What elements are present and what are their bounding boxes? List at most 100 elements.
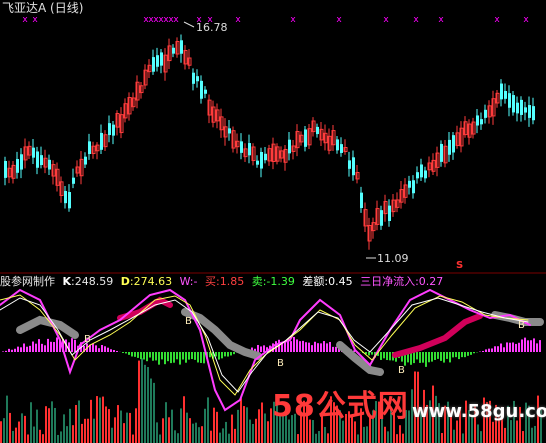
flow-bar bbox=[129, 412, 131, 443]
watermark-text: 58公式网 bbox=[272, 389, 409, 424]
flow-bar bbox=[219, 432, 221, 443]
candlestick-series bbox=[4, 34, 535, 250]
indicator-name: 股参网制作 bbox=[0, 275, 55, 288]
flow-bar bbox=[201, 426, 203, 443]
candle-body-down bbox=[452, 135, 455, 153]
histogram-bar bbox=[533, 338, 535, 352]
signal-marker: x bbox=[290, 15, 296, 25]
flow-bar bbox=[87, 418, 89, 443]
flow-bar bbox=[387, 431, 389, 443]
candle-body-down bbox=[72, 177, 75, 184]
flow-bar bbox=[264, 413, 266, 443]
histogram-bar bbox=[170, 352, 172, 364]
flow-bar bbox=[183, 396, 185, 443]
histogram-bar bbox=[419, 352, 421, 363]
histogram-bar bbox=[299, 341, 301, 352]
flow-bar bbox=[111, 427, 113, 443]
histogram-bar bbox=[122, 352, 124, 353]
flow-bar bbox=[114, 417, 116, 443]
histogram-bar bbox=[434, 352, 436, 360]
flow-bar bbox=[246, 407, 248, 443]
candle-body-down bbox=[340, 144, 343, 153]
flow-bar bbox=[249, 419, 251, 443]
flow-bar bbox=[237, 409, 239, 443]
low-price-label: 11.09 bbox=[377, 252, 409, 265]
w-value: W:- bbox=[179, 275, 198, 288]
candle-body-down bbox=[108, 123, 111, 136]
flow-bar bbox=[135, 408, 137, 443]
histogram-bar bbox=[437, 352, 439, 359]
flow-bar bbox=[207, 397, 209, 443]
flow-bar bbox=[222, 428, 224, 443]
flow-bar bbox=[516, 420, 518, 443]
signal-marker: x bbox=[235, 15, 241, 25]
flow-bar bbox=[297, 434, 299, 443]
flow-bar bbox=[327, 433, 329, 443]
flow-bar bbox=[93, 418, 95, 443]
candle-body-down bbox=[84, 156, 87, 165]
histogram-bar bbox=[302, 340, 304, 352]
candle-body-down bbox=[48, 159, 51, 170]
histogram-bar bbox=[332, 346, 334, 352]
histogram-bar bbox=[185, 352, 187, 363]
histogram-bar bbox=[308, 342, 310, 352]
histogram-bar bbox=[200, 352, 202, 363]
flow-bar bbox=[240, 398, 242, 443]
candle-body-down bbox=[500, 83, 503, 100]
histogram-bar bbox=[488, 348, 490, 352]
crimson-band bbox=[392, 313, 483, 358]
histogram-bar bbox=[167, 352, 169, 362]
histogram-bar bbox=[311, 345, 313, 352]
histogram-bar bbox=[131, 352, 133, 357]
flow-bar bbox=[522, 431, 524, 443]
histogram-bar bbox=[428, 352, 430, 363]
candle-body-down bbox=[240, 141, 243, 153]
flow-bar bbox=[186, 412, 188, 443]
flow-bar bbox=[399, 425, 401, 443]
histogram-bar bbox=[263, 345, 265, 352]
flow-bar bbox=[234, 428, 236, 443]
histogram-bar bbox=[485, 349, 487, 352]
flow-bar bbox=[243, 406, 245, 443]
histogram-bar bbox=[26, 346, 28, 352]
flow-bar bbox=[354, 421, 356, 443]
histogram-bar bbox=[128, 352, 130, 355]
histogram-bar bbox=[482, 350, 484, 352]
indicator-legend: 股参网制作 K:248.59 D:274.63 W:- 买:1.85 卖:-1.… bbox=[0, 276, 447, 287]
flow-bar bbox=[6, 395, 8, 443]
flow-bar bbox=[147, 367, 149, 443]
histogram-bar bbox=[95, 345, 97, 352]
flow-bar bbox=[189, 418, 191, 443]
candle-body-down bbox=[200, 80, 203, 99]
histogram-bar bbox=[386, 352, 388, 361]
histogram-bar bbox=[233, 352, 235, 355]
histogram-bar bbox=[449, 352, 451, 363]
histogram-bar bbox=[410, 352, 412, 365]
flow-bar bbox=[156, 422, 158, 443]
candle-body-down bbox=[36, 151, 39, 168]
chart-canvas[interactable]: xxxxxxxxxxxxxxxxxxx S B B B B B bbox=[0, 0, 546, 443]
flow-bar bbox=[36, 409, 38, 443]
flow-bar bbox=[255, 418, 257, 443]
flow-bar bbox=[141, 358, 143, 443]
histogram-bar bbox=[35, 343, 37, 352]
k-value: K:248.59 bbox=[62, 275, 114, 288]
histogram-bar bbox=[431, 352, 433, 362]
flow-bar bbox=[33, 426, 35, 443]
flow-bar bbox=[30, 402, 32, 443]
histogram-bar bbox=[530, 340, 532, 352]
histogram-bar bbox=[194, 352, 196, 360]
top-signal-markers: xxxxxxxxxxxxxxxxxxx bbox=[22, 15, 529, 25]
candle-body-down bbox=[408, 180, 411, 188]
signal-marker: x bbox=[22, 15, 28, 25]
histogram-bar bbox=[29, 345, 31, 352]
histogram-bar bbox=[71, 338, 73, 352]
flow-bar bbox=[342, 420, 344, 443]
d-value: D:274.63 bbox=[120, 275, 173, 288]
candle-body-down bbox=[16, 159, 19, 173]
histogram-bar bbox=[203, 352, 205, 364]
signal-marker: x bbox=[336, 15, 342, 25]
candle-body-down bbox=[112, 124, 115, 136]
flow-bar bbox=[366, 426, 368, 443]
flow-bar bbox=[99, 397, 101, 443]
